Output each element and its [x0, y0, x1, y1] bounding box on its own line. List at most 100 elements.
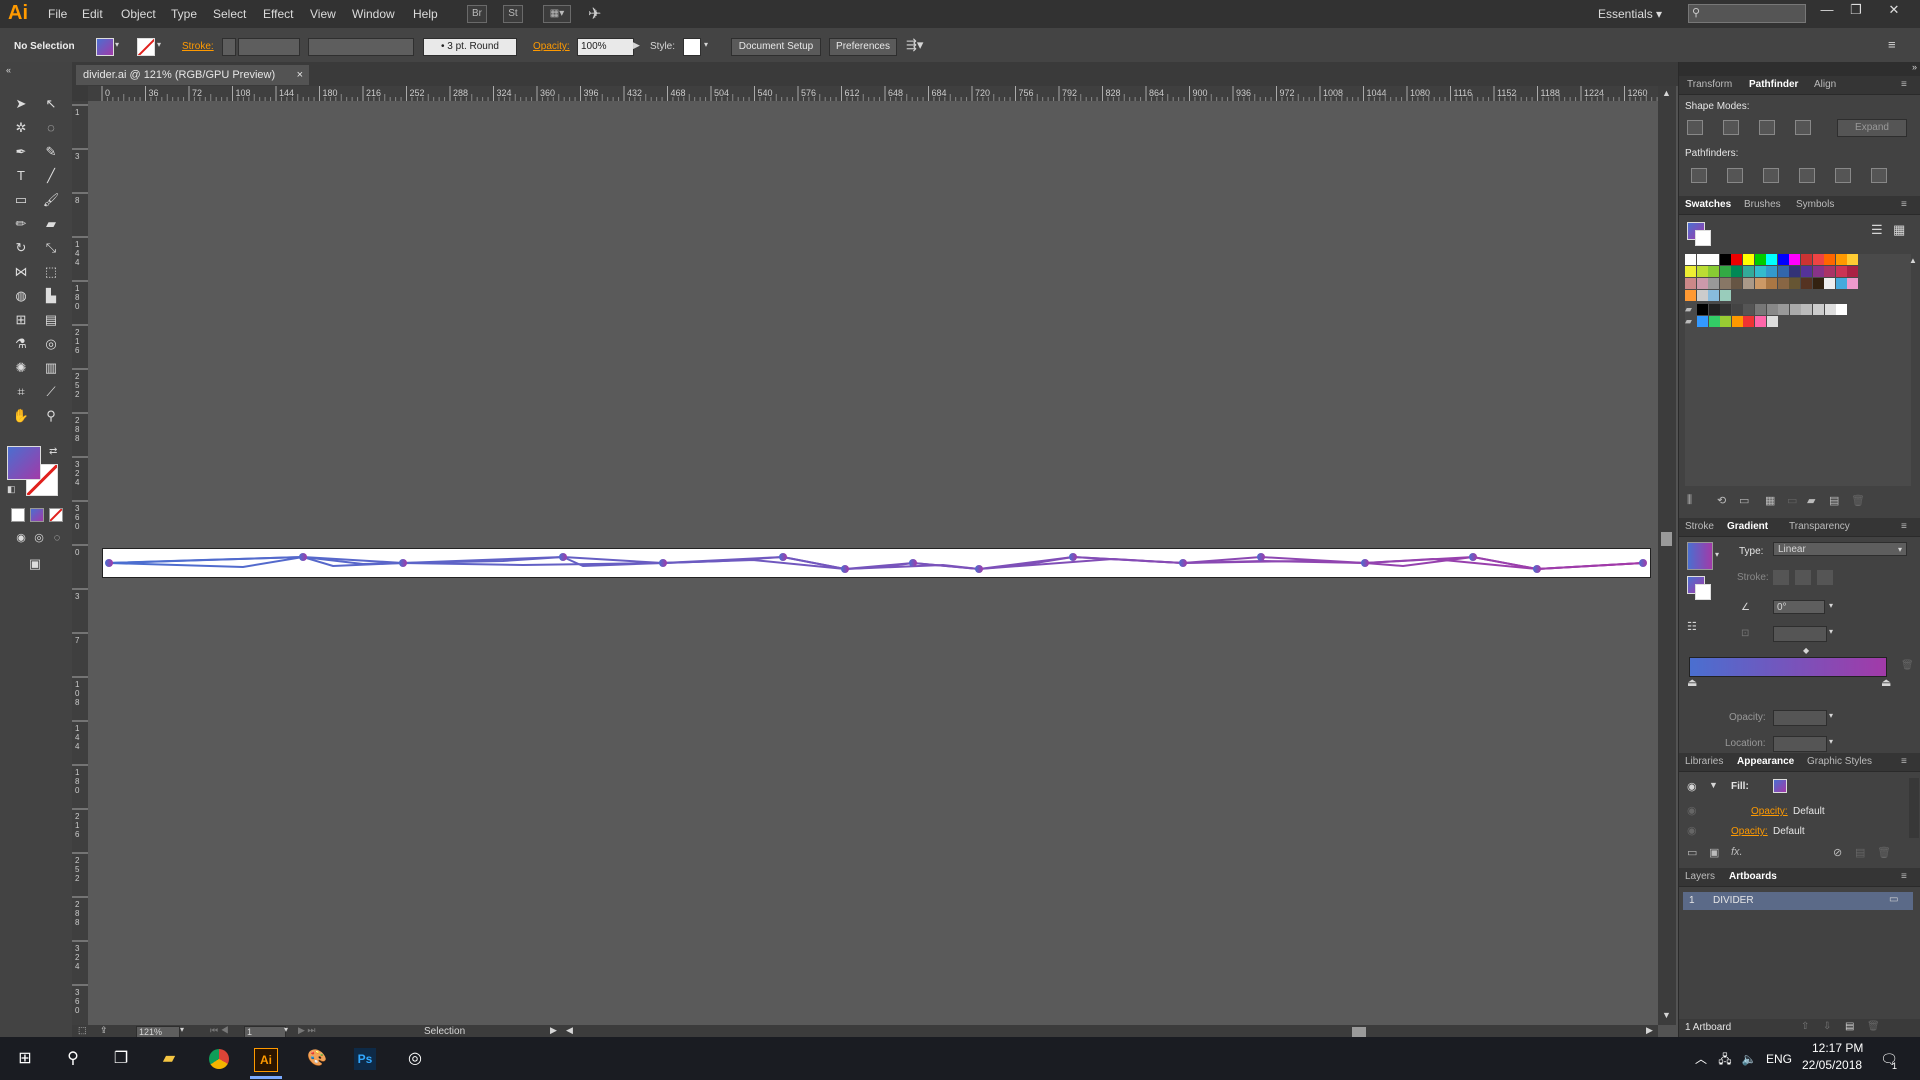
swatch[interactable]: [1743, 254, 1754, 265]
restore-icon[interactable]: ❐: [1845, 2, 1867, 20]
scroll-up-icon[interactable]: ▲: [1662, 88, 1671, 98]
divider-artwork[interactable]: [103, 549, 1650, 577]
divide-icon[interactable]: [1691, 168, 1707, 183]
new-artboard-icon[interactable]: ▤: [1845, 1021, 1854, 1032]
swatch[interactable]: [1824, 266, 1836, 277]
document-tab[interactable]: divider.ai @ 121% (RGB/GPU Preview) ×: [76, 65, 309, 85]
grid-view-icon[interactable]: ▦: [1893, 222, 1905, 238]
hand-tool-icon[interactable]: ✋: [10, 406, 32, 426]
swatch[interactable]: [1755, 304, 1766, 315]
menu-file[interactable]: File: [48, 7, 67, 21]
rectangle-tool-icon[interactable]: ▭: [10, 190, 32, 210]
move-down-icon[interactable]: ⇩: [1823, 1021, 1831, 1032]
swatch[interactable]: [1685, 290, 1696, 301]
swatch[interactable]: [1708, 254, 1720, 265]
perspective-grid-icon[interactable]: ▙: [40, 286, 62, 306]
visibility-eye-icon[interactable]: ◉: [1687, 804, 1697, 817]
chevron-down-icon[interactable]: ▾: [115, 40, 119, 49]
delete-icon[interactable]: 🗑: [1877, 846, 1891, 859]
direct-selection-tool-icon[interactable]: ↖: [40, 94, 62, 114]
fx-icon[interactable]: fx.: [1731, 846, 1743, 858]
gradient-stroke-box[interactable]: [1695, 584, 1711, 600]
eyedropper-icon[interactable]: ⚗: [10, 334, 32, 354]
scroll-up-icon[interactable]: ▲: [1909, 256, 1917, 265]
menu-window[interactable]: Window: [352, 7, 395, 21]
clear-appearance-icon[interactable]: ⊘: [1833, 846, 1842, 859]
swatch[interactable]: [1743, 266, 1754, 277]
swatch[interactable]: [1696, 290, 1708, 301]
swatch-stroke-preview[interactable]: [1695, 230, 1711, 246]
shape-builder-icon[interactable]: ◍: [10, 286, 32, 306]
selection-tool-icon[interactable]: ➤: [10, 94, 32, 114]
scale-tool-icon[interactable]: ⤡: [40, 238, 62, 258]
panel-menu-icon[interactable]: ≡: [1901, 756, 1907, 767]
tab-transform[interactable]: Transform: [1687, 79, 1732, 90]
horizontal-ruler[interactable]: 0 36 72 108 144 180 216 252 288 324 360 396 432 468 50…: [88, 86, 1658, 102]
tab-stroke[interactable]: Stroke: [1685, 521, 1714, 532]
swatch[interactable]: [1731, 266, 1743, 277]
delete-icon[interactable]: 🗑: [1851, 494, 1865, 507]
panel-menu-icon[interactable]: ≡: [1901, 199, 1907, 210]
color-mode-icon[interactable]: [11, 508, 25, 522]
tab-symbols[interactable]: Symbols: [1796, 199, 1834, 210]
last-artboard-icon[interactable]: ▶ ⏭: [298, 1025, 316, 1036]
style-swatch[interactable]: [683, 38, 701, 56]
preferences-button[interactable]: Preferences: [829, 38, 897, 56]
chevron-down-icon[interactable]: ▾: [1829, 601, 1833, 610]
opacity-link-2[interactable]: Opacity:: [1731, 826, 1768, 837]
scroll-thumb[interactable]: [1352, 1027, 1366, 1037]
panel-menu-icon[interactable]: ≡: [1888, 37, 1896, 52]
stroke-none-swatch[interactable]: [137, 38, 155, 56]
scroll-left-icon[interactable]: ◀: [566, 1025, 573, 1036]
gradient-stop-start[interactable]: ⏏: [1687, 676, 1697, 689]
list-view-icon[interactable]: ☰: [1871, 222, 1883, 238]
menu-edit[interactable]: Edit: [82, 7, 103, 21]
curvature-tool-icon[interactable]: ✎: [40, 142, 62, 162]
swatch-options-icon[interactable]: ▦: [1765, 494, 1775, 507]
tab-graphic-styles[interactable]: Graphic Styles: [1807, 756, 1872, 767]
opacity-field[interactable]: 100%: [577, 38, 634, 56]
search-icon[interactable]: ⚲: [60, 1046, 86, 1072]
visibility-eye-icon[interactable]: ◉: [1687, 780, 1697, 793]
chevron-down-icon[interactable]: ▾: [1829, 711, 1833, 720]
swatch[interactable]: [1754, 266, 1766, 277]
bridge-button[interactable]: Br: [467, 5, 487, 23]
swatch[interactable]: [1801, 266, 1812, 277]
swatch[interactable]: [1789, 304, 1801, 315]
swatch[interactable]: [1743, 304, 1755, 315]
midpoint-diamond-icon[interactable]: ◆: [1803, 646, 1809, 655]
screen-mode-icon[interactable]: ▣: [24, 554, 46, 574]
tab-swatches[interactable]: Swatches: [1685, 199, 1731, 210]
share-icon[interactable]: ⇪: [100, 1025, 108, 1036]
stroke-within-icon[interactable]: [1773, 570, 1789, 585]
tab-gradient[interactable]: Gradient: [1727, 521, 1768, 532]
swatch[interactable]: [1777, 266, 1789, 277]
swatch[interactable]: [1824, 278, 1836, 289]
tab-artboards[interactable]: Artboards: [1729, 871, 1777, 882]
chevron-down-icon[interactable]: ▾: [180, 1025, 184, 1034]
swatch[interactable]: [1697, 304, 1708, 315]
free-transform-icon[interactable]: ⬚: [40, 262, 62, 282]
swatch[interactable]: [1789, 254, 1801, 265]
new-swatch-icon[interactable]: ▤: [1829, 494, 1839, 507]
new-color-group-icon[interactable]: ▭: [1787, 494, 1797, 507]
swatch-library-icon[interactable]: ⫼: [1687, 494, 1692, 507]
swatch[interactable]: [1766, 316, 1778, 327]
fill-swatch[interactable]: [1773, 779, 1787, 793]
chevron-down-icon[interactable]: ▾: [1829, 627, 1833, 636]
exclude-icon[interactable]: [1795, 120, 1811, 135]
swatch[interactable]: [1685, 254, 1696, 265]
draw-inside-icon[interactable]: ◌: [46, 528, 68, 548]
line-tool-icon[interactable]: ╱: [40, 166, 62, 186]
minimize-icon[interactable]: —: [1816, 2, 1838, 20]
arrange-documents-icon[interactable]: ⇶▾: [906, 37, 923, 53]
document-setup-button[interactable]: Document Setup: [731, 38, 821, 56]
chevron-right-icon[interactable]: ▶: [550, 1025, 557, 1036]
swatch[interactable]: [1708, 304, 1720, 315]
delete-stop-icon[interactable]: 🗑: [1901, 660, 1914, 671]
scroll-thumb[interactable]: [1661, 532, 1672, 546]
blend-tool-icon[interactable]: ◎: [40, 334, 62, 354]
gradient-preview[interactable]: [1687, 542, 1713, 570]
swatch[interactable]: [1847, 278, 1859, 289]
menu-help[interactable]: Help: [413, 7, 438, 21]
